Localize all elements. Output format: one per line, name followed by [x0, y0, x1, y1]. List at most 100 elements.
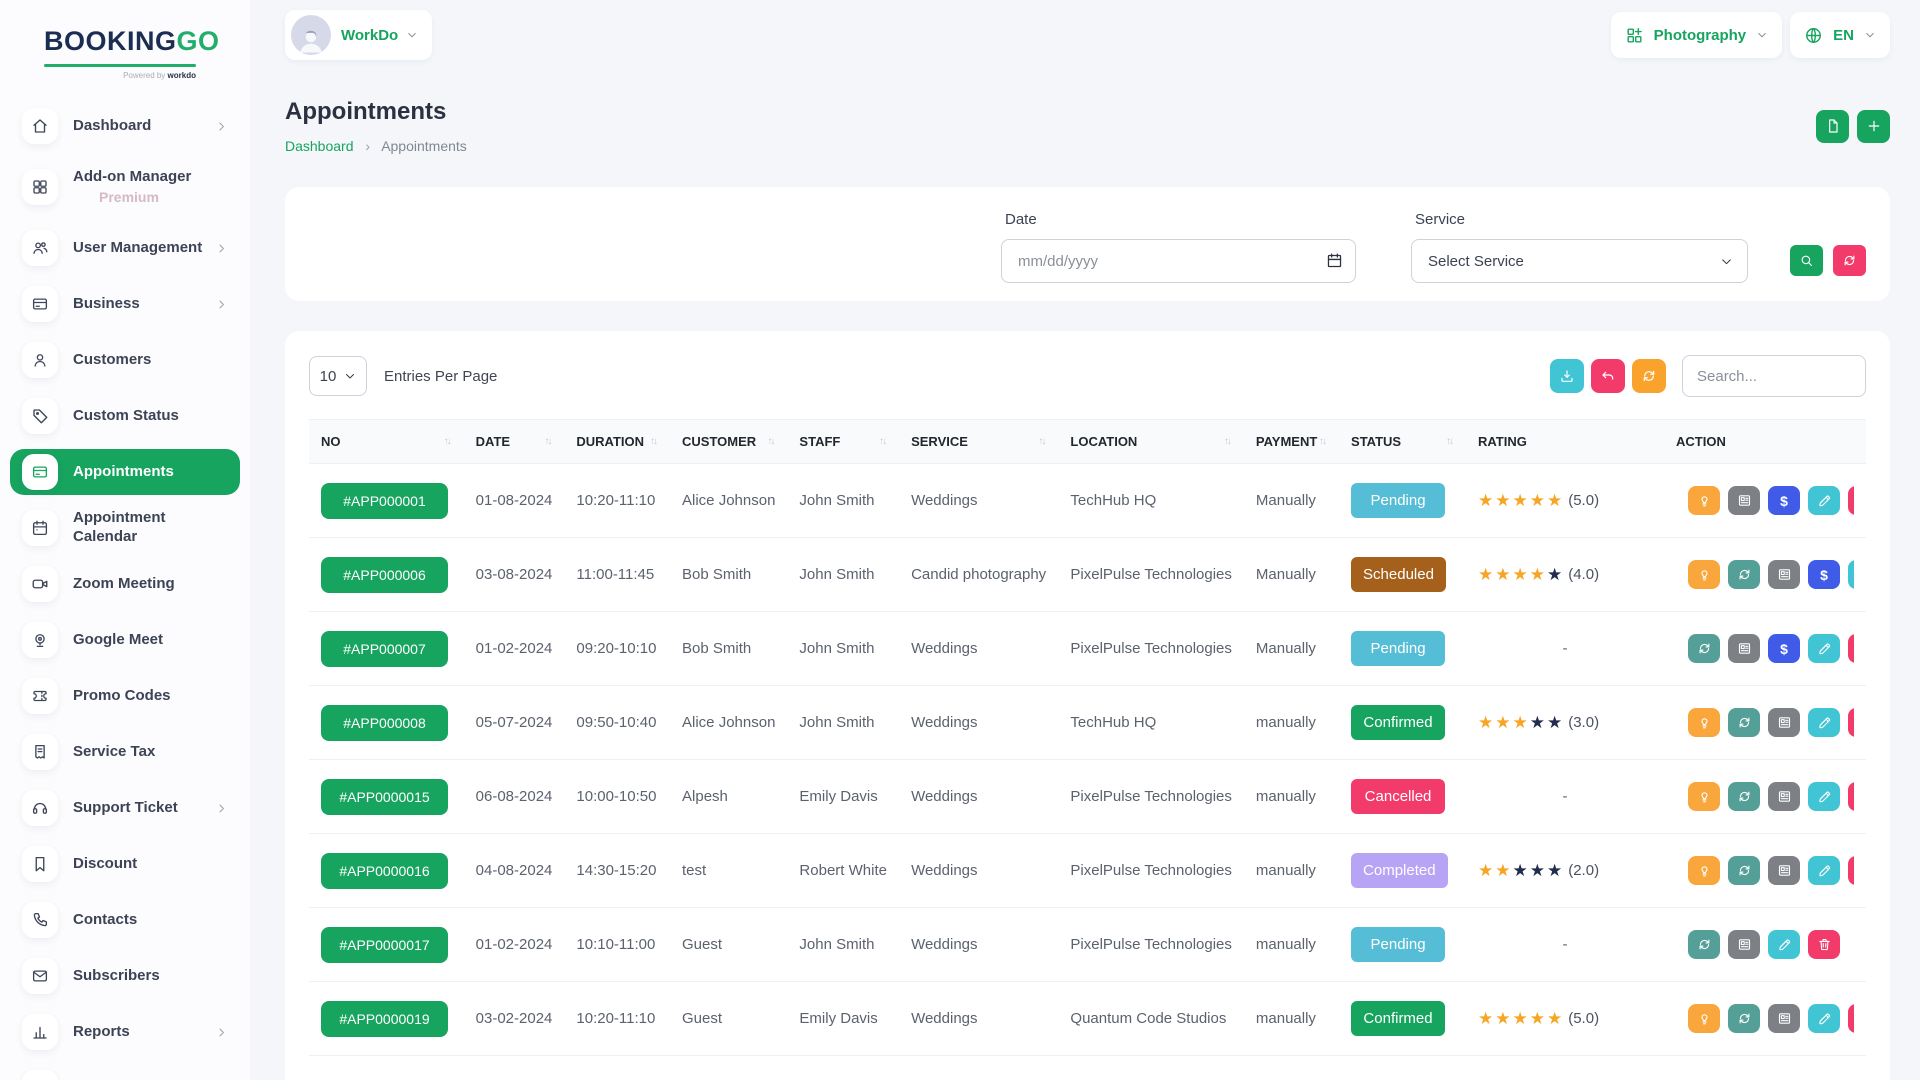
mail-icon: [31, 967, 49, 985]
column-header-location[interactable]: LOCATION↑↓: [1058, 420, 1244, 464]
date-filter-label: Date: [1005, 211, 1356, 228]
trash-action-button[interactable]: [1848, 856, 1854, 885]
trash-action-button[interactable]: [1848, 1004, 1854, 1033]
pencil-action-button[interactable]: [1808, 1004, 1840, 1033]
sync-action-button[interactable]: [1728, 856, 1760, 885]
doc-action-button[interactable]: [1768, 560, 1800, 589]
sidebar-item-support-ticket[interactable]: Support Ticket: [0, 780, 250, 836]
mail-icon: [22, 958, 58, 994]
trash-action-button[interactable]: [1848, 708, 1854, 737]
pencil-action-button[interactable]: [1808, 782, 1840, 811]
column-header-payment[interactable]: PAYMENT↑↓: [1244, 420, 1339, 464]
entries-per-page-select[interactable]: 10: [309, 356, 367, 396]
column-label: ACTION: [1676, 434, 1726, 449]
sync-action-button[interactable]: [1728, 1004, 1760, 1033]
trash-action-button[interactable]: [1848, 634, 1854, 663]
pencil-action-button[interactable]: [1808, 634, 1840, 663]
cell-staff: John Smith: [787, 908, 899, 982]
column-header-staff[interactable]: STAFF↑↓: [787, 420, 899, 464]
filter-search-button[interactable]: [1790, 245, 1823, 276]
sidebar-item-dashboard[interactable]: Dashboard: [0, 98, 250, 154]
pencil-action-button[interactable]: [1848, 560, 1854, 589]
add-appointment-button[interactable]: [1857, 110, 1890, 143]
export-button[interactable]: [1816, 110, 1849, 143]
workspace-switcher[interactable]: WorkDo: [285, 10, 432, 60]
sync-action-button[interactable]: [1728, 708, 1760, 737]
doc-action-button[interactable]: [1728, 634, 1760, 663]
service-select[interactable]: Select Service: [1411, 239, 1748, 283]
lightbulb-action-button[interactable]: [1688, 560, 1720, 589]
chevron-right-icon: [215, 242, 228, 255]
doc-action-button[interactable]: [1728, 486, 1760, 515]
lightbulb-action-button[interactable]: [1688, 1004, 1720, 1033]
trash-action-button[interactable]: [1848, 782, 1854, 811]
breadcrumb-current: Appointments: [381, 138, 467, 154]
sidebar-item-business[interactable]: Business: [0, 276, 250, 332]
sidebar-item-customers[interactable]: Customers: [0, 332, 250, 388]
doc-icon: [1777, 1011, 1792, 1026]
lightbulb-action-button[interactable]: [1688, 486, 1720, 515]
sidebar-item-contacts[interactable]: Contacts: [0, 892, 250, 948]
table-search-input[interactable]: [1682, 355, 1866, 397]
doc-action-button[interactable]: [1768, 708, 1800, 737]
date-filter-input[interactable]: [1001, 239, 1356, 283]
appointments-table-card: 10 Entries Per Page NO↑↓DATE↑↓DURATION↑↓…: [285, 331, 1890, 1080]
pencil-action-button[interactable]: [1808, 856, 1840, 885]
sort-icon: ↑↓: [1224, 436, 1232, 447]
star-icon: ★: [1478, 1010, 1493, 1027]
pencil-action-button[interactable]: [1768, 930, 1800, 959]
sidebar-item-helpdesk[interactable]: Helpdesk: [0, 1060, 250, 1080]
pencil-action-button[interactable]: [1808, 708, 1840, 737]
sidebar-item-promo-codes[interactable]: Promo Codes: [0, 668, 250, 724]
star-icon: ★: [1547, 1010, 1562, 1027]
pencil-action-button[interactable]: [1808, 486, 1840, 515]
doc-action-button[interactable]: [1768, 782, 1800, 811]
column-header-customer[interactable]: CUSTOMER↑↓: [670, 420, 787, 464]
user-icon: [22, 342, 58, 378]
lightbulb-action-button[interactable]: [1688, 708, 1720, 737]
dollar-action-button[interactable]: $: [1768, 486, 1800, 515]
sync-action-button[interactable]: [1688, 634, 1720, 663]
sidebar-item-appointments[interactable]: Appointments: [10, 449, 240, 495]
doc-action-button[interactable]: [1728, 930, 1760, 959]
headset-icon: [22, 790, 58, 826]
trash-action-button[interactable]: [1808, 930, 1840, 959]
breadcrumb-link[interactable]: Dashboard: [285, 138, 354, 154]
topbar-right: Photography EN: [1611, 12, 1890, 58]
undo-button[interactable]: [1591, 359, 1625, 393]
dollar-action-button[interactable]: $: [1808, 560, 1840, 589]
sidebar-item-user-management[interactable]: User Management: [0, 220, 250, 276]
sidebar-item-google-meet[interactable]: Google Meet: [0, 612, 250, 668]
doc-action-button[interactable]: [1768, 856, 1800, 885]
refresh-button[interactable]: [1632, 359, 1666, 393]
sidebar-item-service-tax[interactable]: Service Tax: [0, 724, 250, 780]
sync-action-button[interactable]: [1728, 560, 1760, 589]
column-header-duration[interactable]: DURATION↑↓: [564, 420, 670, 464]
column-header-no[interactable]: NO↑↓: [309, 420, 464, 464]
dollar-action-button[interactable]: $: [1768, 634, 1800, 663]
filter-reset-button[interactable]: [1833, 245, 1866, 276]
download-button[interactable]: [1550, 359, 1584, 393]
sync-action-button[interactable]: [1728, 782, 1760, 811]
sidebar-item-reports[interactable]: Reports: [0, 1004, 250, 1060]
column-header-service[interactable]: SERVICE↑↓: [899, 420, 1058, 464]
sidebar-item-zoom-meeting[interactable]: Zoom Meeting: [0, 556, 250, 612]
cell-action: $: [1664, 464, 1866, 538]
category-dropdown[interactable]: Photography: [1611, 12, 1783, 58]
doc-action-button[interactable]: [1768, 1004, 1800, 1033]
lightbulb-action-button[interactable]: [1688, 856, 1720, 885]
lightbulb-action-button[interactable]: [1688, 782, 1720, 811]
sidebar-item-custom-status[interactable]: Custom Status: [0, 388, 250, 444]
table-row: #APP000001604-08-202414:30-15:20testRobe…: [309, 834, 1866, 908]
column-header-status[interactable]: STATUS↑↓: [1339, 420, 1466, 464]
language-dropdown[interactable]: EN: [1790, 12, 1890, 58]
sidebar-item-appointment-calendar[interactable]: Appointment Calendar: [0, 500, 250, 556]
cell-duration: 10:10-11:00: [564, 908, 670, 982]
sidebar-item-subscribers[interactable]: Subscribers: [0, 948, 250, 1004]
sync-action-button[interactable]: [1688, 930, 1720, 959]
powered-by-brand: workdo: [168, 71, 196, 80]
trash-action-button[interactable]: [1848, 486, 1854, 515]
column-header-date[interactable]: DATE↑↓: [464, 420, 565, 464]
sidebar-item-add-on-manager[interactable]: Add-on ManagerPremium: [0, 154, 250, 220]
sidebar-item-discount[interactable]: Discount: [0, 836, 250, 892]
